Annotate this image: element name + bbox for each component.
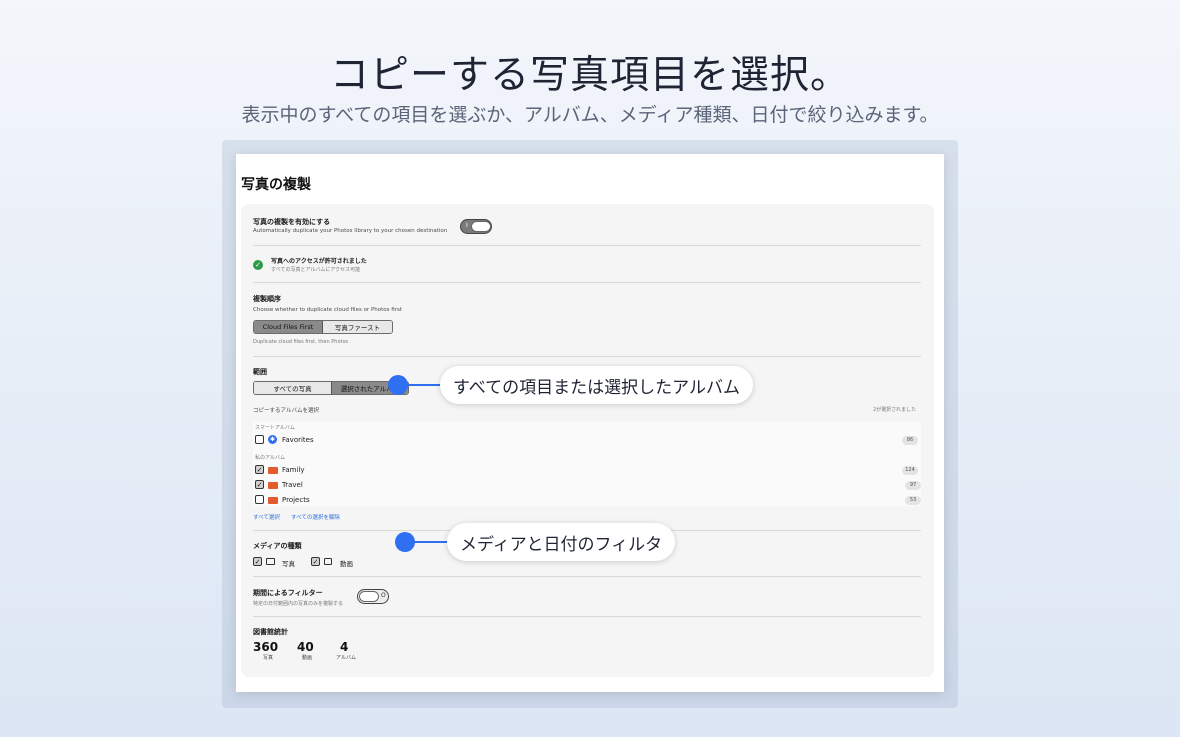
album-name: Favorites — [282, 436, 314, 444]
access-title: 写真へのアクセスが許可されました — [271, 258, 367, 265]
order-description: Choose whether to duplicate cloud files … — [253, 307, 402, 313]
scope-label: 範囲 — [253, 368, 267, 376]
checkmark-circle-icon: ✓ — [253, 260, 263, 270]
divider — [253, 616, 921, 617]
album-row-travel[interactable]: ✓ Travel 97 — [253, 478, 921, 492]
order-note: Duplicate cloud files first, then Photos — [253, 339, 349, 345]
divider — [253, 245, 921, 246]
folder-icon — [268, 467, 278, 474]
scope-segmented-control: すべての写真 選択されたアルバム — [253, 381, 409, 395]
selected-count: 2が選択されました — [873, 407, 917, 413]
order-option-cloud-first[interactable]: Cloud Files First — [254, 321, 323, 333]
stat-photos: 360 写真 — [253, 640, 283, 661]
album-row-projects[interactable]: Projects 53 — [253, 493, 921, 507]
album-count: 97 — [905, 481, 921, 490]
order-option-photos-first[interactable]: 写真ファースト — [323, 321, 392, 333]
album-checkbox[interactable] — [255, 495, 264, 504]
album-count: 124 — [902, 466, 918, 475]
access-description: すべての写真とアルバムにアクセス可能 — [271, 267, 361, 273]
video-label: 動画 — [340, 560, 353, 568]
my-albums-header: 私のアルバム — [255, 455, 285, 461]
photo-label: 写真 — [282, 560, 295, 568]
toggle-knob — [359, 591, 379, 602]
hero-subtitle: 表示中のすべての項目を選ぶか、アルバム、メディア種類、日付で絞り込みます。 — [241, 104, 939, 126]
callout-dot — [388, 375, 408, 395]
divider — [253, 356, 921, 357]
album-row-family[interactable]: ✓ Family 124 — [253, 463, 921, 477]
album-list: スマートアルバム ✱ Favorites 86 私のアルバム ✓ Family … — [253, 422, 921, 506]
enable-description: Automatically duplicate your Photos libr… — [253, 228, 448, 234]
folder-icon — [268, 482, 278, 489]
callout-scope: すべての項目または選択したアルバム — [440, 366, 753, 404]
toggle-on-mark: I — [466, 222, 468, 229]
stats-label: 図書館統計 — [253, 628, 288, 636]
order-segmented-control: Cloud Files First 写真ファースト — [253, 320, 393, 334]
photo-icon — [266, 558, 275, 565]
hero-title: コピーする写真項目を選択。 — [329, 53, 850, 98]
stat-albums: 4 アルバム — [334, 640, 358, 661]
album-prompt: コピーするアルバムを選択 — [253, 408, 319, 414]
divider — [253, 576, 921, 577]
album-checkbox[interactable]: ✓ — [255, 465, 264, 474]
enable-toggle[interactable]: I — [460, 219, 492, 234]
photo-checkbox[interactable]: ✓ — [253, 557, 262, 566]
date-filter-description: 特定の日付範囲内の写真のみを複製する — [253, 601, 344, 607]
window-title: 写真の複製 — [241, 177, 311, 193]
enable-label: 写真の複製を有効にする — [253, 218, 331, 226]
album-name: Family — [282, 466, 305, 474]
callout-dot — [395, 532, 415, 552]
stat-label: 動画 — [301, 655, 312, 661]
callout-media: メディアと日付のフィルタ — [447, 523, 676, 561]
deselect-all-link[interactable]: すべての選択を解除 — [291, 513, 340, 521]
folder-icon — [268, 497, 278, 504]
divider — [253, 282, 921, 283]
stat-value: 360 — [253, 640, 279, 654]
smart-albums-header: スマートアルバム — [255, 425, 295, 431]
toggle-knob — [471, 221, 491, 232]
stat-value: 4 — [340, 640, 349, 654]
date-filter-label: 期間によるフィルター — [253, 589, 323, 597]
select-all-link[interactable]: すべて選択 — [253, 513, 280, 521]
order-label: 複製順序 — [253, 295, 281, 303]
stat-label: アルバム — [336, 655, 356, 661]
album-checkbox[interactable] — [255, 435, 264, 444]
video-checkbox[interactable]: ✓ — [311, 557, 320, 566]
stat-label: 写真 — [262, 655, 273, 661]
video-camera-icon — [324, 558, 332, 565]
media-label: メディアの種類 — [253, 542, 302, 550]
album-checkbox[interactable]: ✓ — [255, 480, 264, 489]
album-count: 53 — [905, 496, 921, 505]
album-name: Travel — [282, 481, 303, 489]
gear-icon: ✱ — [268, 435, 277, 444]
date-filter-toggle[interactable]: O — [357, 589, 389, 604]
toggle-off-mark: O — [381, 592, 386, 599]
album-count: 86 — [902, 436, 918, 445]
scope-option-all-photos[interactable]: すべての写真 — [254, 382, 331, 394]
app-window: 写真の複製 写真の複製を有効にする Automatically duplicat… — [236, 154, 944, 692]
stat-videos: 40 動画 — [297, 640, 317, 661]
settings-panel: 写真の複製を有効にする Automatically duplicate your… — [241, 204, 934, 677]
album-row-favorites[interactable]: ✱ Favorites 86 — [253, 433, 921, 447]
album-name: Projects — [282, 496, 310, 504]
stat-value: 40 — [297, 640, 314, 654]
